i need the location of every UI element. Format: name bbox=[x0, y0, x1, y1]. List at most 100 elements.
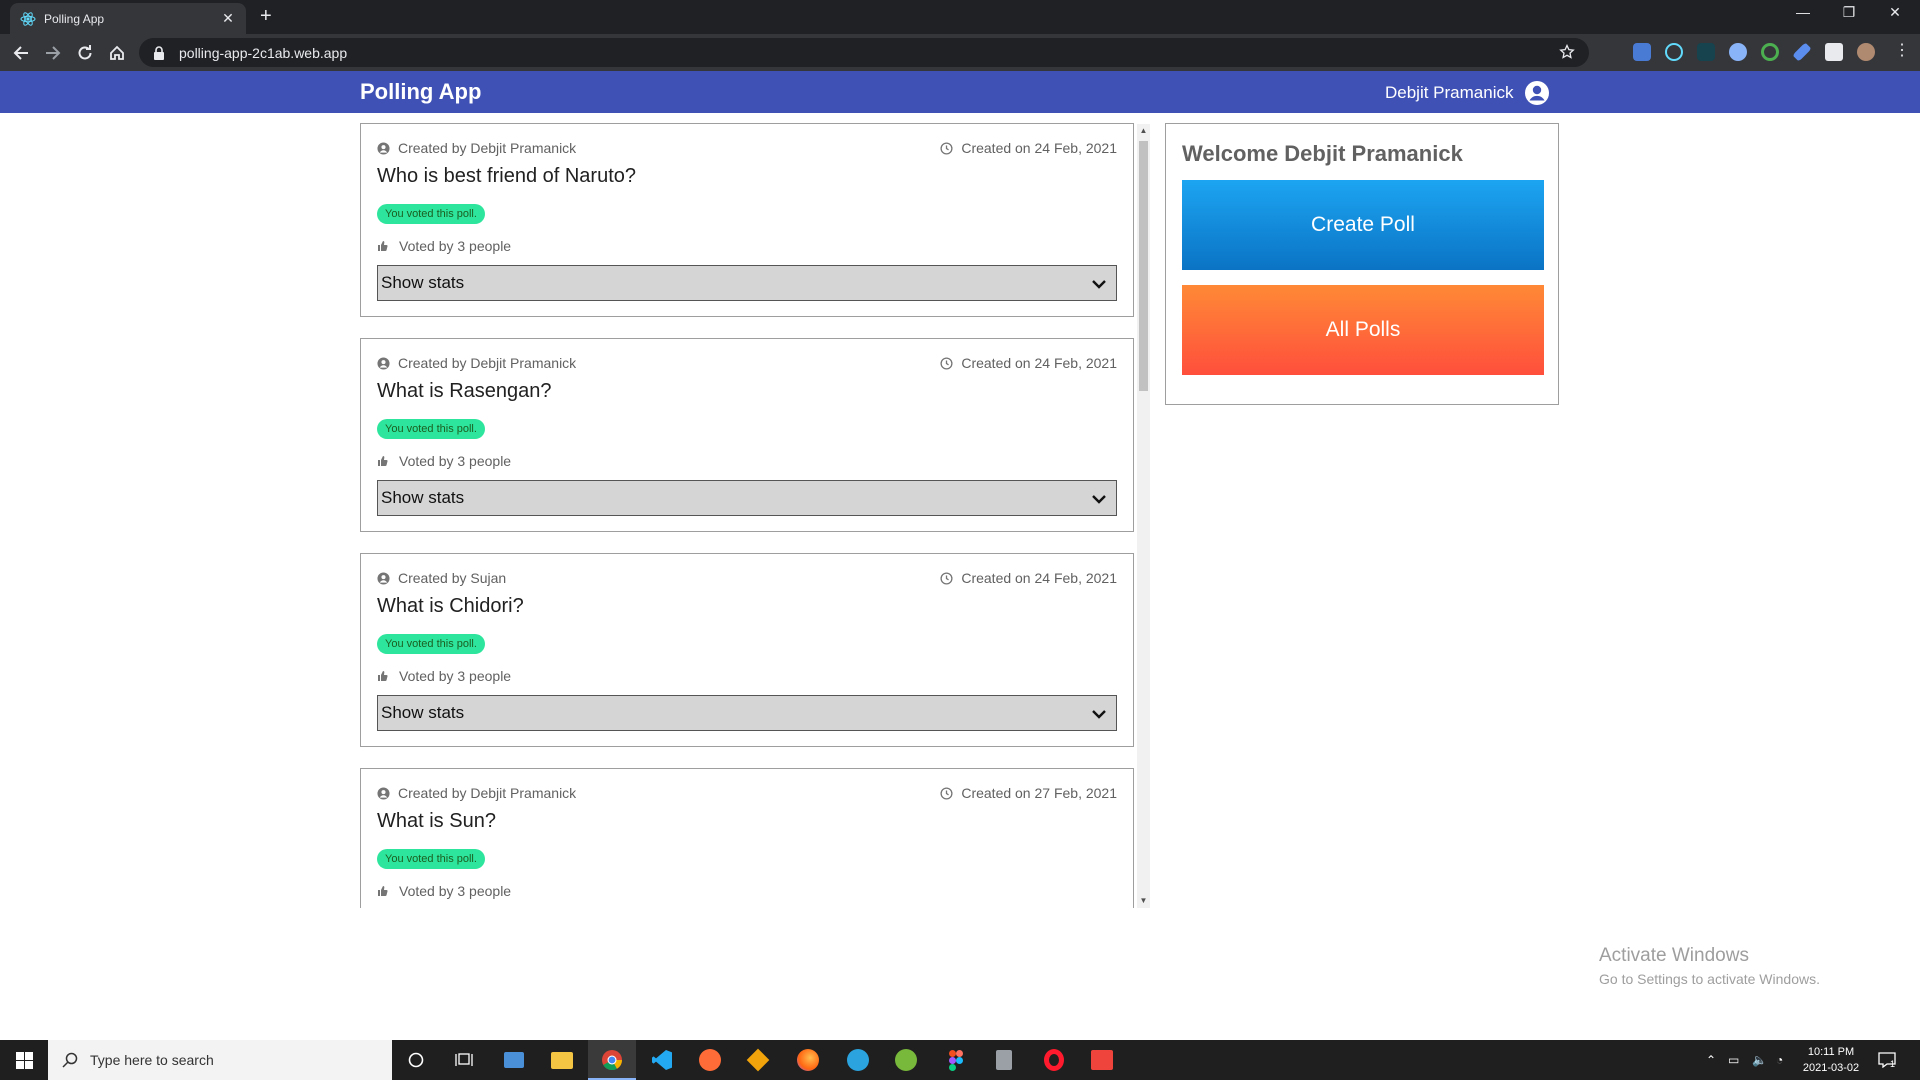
volume-icon[interactable]: 🔈 bbox=[1752, 1040, 1767, 1080]
close-tab-icon[interactable]: ✕ bbox=[220, 10, 236, 27]
firefox-icon[interactable] bbox=[784, 1040, 832, 1080]
scroll-down-arrow-icon[interactable]: ▼ bbox=[1137, 894, 1150, 908]
forward-button[interactable] bbox=[42, 42, 64, 64]
all-polls-button[interactable]: All Polls bbox=[1182, 285, 1544, 375]
calculator-icon[interactable] bbox=[980, 1040, 1028, 1080]
poll-list: Created by Debjit Pramanick Created on 2… bbox=[360, 123, 1150, 908]
react-favicon-icon bbox=[20, 11, 36, 27]
link-extension-icon[interactable] bbox=[1792, 42, 1812, 62]
utorrent-icon[interactable] bbox=[882, 1040, 930, 1080]
app-brand[interactable]: Polling App bbox=[360, 79, 481, 105]
app-icon[interactable] bbox=[490, 1040, 538, 1080]
poll-card: Created by Sujan Created on 24 Feb, 2021… bbox=[360, 553, 1134, 747]
extension-icon[interactable] bbox=[1697, 43, 1715, 61]
show-stats-label: Show stats bbox=[381, 273, 465, 292]
home-button[interactable] bbox=[106, 42, 128, 64]
show-stats-dropdown[interactable]: Show stats bbox=[377, 480, 1117, 516]
address-bar[interactable]: polling-app-2c1ab.web.app bbox=[139, 38, 1589, 67]
anydesk-icon[interactable] bbox=[1078, 1040, 1126, 1080]
scroll-up-arrow-icon[interactable]: ▲ bbox=[1137, 124, 1150, 138]
windows-logo-icon bbox=[15, 1051, 33, 1069]
translate-extension-icon[interactable] bbox=[1633, 43, 1651, 61]
search-icon bbox=[62, 1052, 78, 1068]
clock-time: 10:11 PM bbox=[1807, 1046, 1855, 1058]
chrome-icon[interactable] bbox=[588, 1040, 636, 1080]
reload-button[interactable] bbox=[74, 42, 96, 64]
user-icon bbox=[377, 141, 390, 155]
minimize-window-icon[interactable]: — bbox=[1780, 4, 1826, 20]
show-stats-dropdown[interactable]: Show stats bbox=[377, 695, 1117, 731]
poll-created-date: Created on 24 Feb, 2021 bbox=[940, 570, 1117, 586]
scroll-thumb[interactable] bbox=[1139, 141, 1148, 391]
poll-question[interactable]: What is Chidori? bbox=[377, 595, 524, 618]
vote-count: Voted by 3 people bbox=[377, 883, 511, 899]
react-devtools-extension-icon[interactable] bbox=[1665, 43, 1683, 61]
account-circle-icon bbox=[1524, 81, 1549, 105]
battery-icon[interactable]: ▭ bbox=[1728, 1040, 1739, 1080]
opera-icon[interactable] bbox=[1030, 1040, 1078, 1080]
wifi-icon[interactable]: ◔ bbox=[1776, 1040, 1783, 1080]
vote-count: Voted by 3 people bbox=[377, 238, 511, 254]
restore-window-icon[interactable]: ❐ bbox=[1826, 4, 1872, 21]
poll-question[interactable]: What is Rasengan? bbox=[377, 380, 552, 403]
poll-created-date: Created on 24 Feb, 2021 bbox=[940, 355, 1117, 371]
clock-icon bbox=[940, 356, 953, 370]
taskbar-clock[interactable]: 10:11 PM 2021-03-02 bbox=[1796, 1044, 1866, 1076]
task-view-icon[interactable] bbox=[440, 1040, 488, 1080]
chevron-down-icon bbox=[1092, 280, 1106, 289]
file-explorer-icon[interactable] bbox=[538, 1040, 586, 1080]
taskbar-search-box[interactable]: Type here to search bbox=[48, 1040, 392, 1080]
telegram-icon[interactable] bbox=[834, 1040, 882, 1080]
poll-question[interactable]: What is Sun? bbox=[377, 810, 496, 833]
figma-icon[interactable] bbox=[932, 1040, 980, 1080]
show-stats-label: Show stats bbox=[381, 703, 465, 722]
tray-chevron-icon[interactable]: ⌃ bbox=[1706, 1040, 1716, 1080]
poll-creator: Created by Sujan bbox=[377, 570, 506, 586]
poll-card: Created by Debjit Pramanick Created on 2… bbox=[360, 338, 1134, 532]
new-tab-button[interactable]: + bbox=[260, 6, 272, 26]
close-window-icon[interactable]: ✕ bbox=[1872, 4, 1918, 21]
search-placeholder: Type here to search bbox=[90, 1052, 214, 1068]
postman-icon[interactable] bbox=[686, 1040, 734, 1080]
thumbs-icon bbox=[378, 240, 388, 251]
clock-icon bbox=[940, 571, 953, 585]
notification-count: 1 bbox=[1890, 1059, 1896, 1069]
poll-card: Created by Debjit Pramanick Created on 2… bbox=[360, 123, 1134, 317]
browser-menu-icon[interactable]: ⋮ bbox=[1893, 43, 1911, 61]
windows-start-button[interactable] bbox=[0, 1040, 48, 1080]
user-icon bbox=[377, 786, 390, 800]
vscode-icon[interactable] bbox=[638, 1040, 686, 1080]
cortana-icon[interactable] bbox=[392, 1040, 440, 1080]
create-poll-button[interactable]: Create Poll bbox=[1182, 180, 1544, 270]
poll-created-date: Created on 27 Feb, 2021 bbox=[940, 785, 1117, 801]
poll-question[interactable]: Who is best friend of Naruto? bbox=[377, 165, 636, 188]
bookmark-star-icon[interactable] bbox=[1559, 43, 1575, 65]
poll-list-scrollbar[interactable]: ▲ ▼ bbox=[1137, 124, 1150, 908]
voted-badge: You voted this poll. bbox=[377, 204, 485, 224]
poll-creator: Created by Debjit Pramanick bbox=[377, 785, 576, 801]
back-button[interactable] bbox=[10, 42, 32, 64]
user-icon bbox=[377, 356, 390, 370]
user-icon bbox=[377, 571, 390, 585]
poll-card: Created by Debjit Pramanick Created on 2… bbox=[360, 768, 1134, 908]
activate-windows-watermark: Activate Windows Go to Settings to activ… bbox=[1599, 945, 1820, 987]
voted-badge: You voted this poll. bbox=[377, 849, 485, 869]
url-text: polling-app-2c1ab.web.app bbox=[179, 44, 348, 61]
voted-badge: You voted this poll. bbox=[377, 634, 485, 654]
notification-center-icon[interactable]: 1 bbox=[1878, 1040, 1896, 1080]
extensions-puzzle-icon[interactable] bbox=[1825, 43, 1843, 61]
user-name: Debjit Pramanick bbox=[1385, 83, 1514, 102]
show-stats-dropdown[interactable]: Show stats bbox=[377, 265, 1117, 301]
lock-icon bbox=[153, 45, 169, 61]
extension-icon[interactable] bbox=[1729, 43, 1747, 61]
app-header: Polling App Debjit Pramanick bbox=[0, 71, 1920, 113]
extension-icon[interactable] bbox=[1761, 43, 1779, 61]
watermark-subtitle: Go to Settings to activate Windows. bbox=[1599, 971, 1820, 987]
watermark-title: Activate Windows bbox=[1599, 945, 1749, 966]
git-icon[interactable] bbox=[734, 1040, 782, 1080]
profile-avatar[interactable] bbox=[1857, 43, 1875, 61]
show-stats-label: Show stats bbox=[381, 488, 465, 507]
poll-created-date: Created on 24 Feb, 2021 bbox=[940, 140, 1117, 156]
user-menu[interactable]: Debjit Pramanick bbox=[1385, 80, 1550, 106]
browser-tab[interactable]: Polling App ✕ bbox=[10, 3, 246, 34]
